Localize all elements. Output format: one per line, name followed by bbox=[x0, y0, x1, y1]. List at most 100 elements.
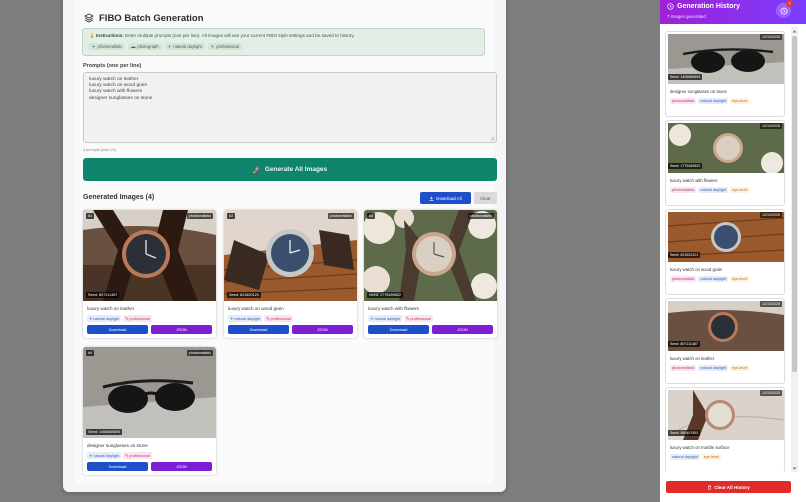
generate-all-button[interactable]: 🚀 Generate All Images bbox=[83, 158, 497, 181]
sunglasses-photo bbox=[83, 347, 216, 438]
style-badge: photorealistic bbox=[670, 187, 697, 193]
result-caption: luxury watch with flowers bbox=[368, 306, 419, 311]
angle-badge: eye-level bbox=[730, 365, 750, 371]
result-number: #1 bbox=[86, 213, 95, 219]
sun-icon: ☀ bbox=[230, 317, 234, 321]
sun-icon: ☀ bbox=[89, 317, 93, 321]
prompts-label: Prompts (one per line) bbox=[83, 63, 142, 69]
result-card: #2 photorealistic Seed: 621620121 luxury… bbox=[224, 210, 357, 338]
json-button[interactable]: JSON bbox=[292, 325, 353, 334]
brush-icon: ✎ bbox=[406, 317, 410, 321]
lighting-badge: natural daylight bbox=[698, 276, 729, 282]
instructions-text: Enter multiple prompts (one per line). A… bbox=[125, 33, 355, 38]
style-tag: ✎ professional bbox=[207, 43, 242, 50]
result-caption: designer sunglasses on stone bbox=[87, 443, 148, 448]
sparkle-icon: ✦ bbox=[92, 44, 96, 49]
resize-handle-icon[interactable] bbox=[490, 136, 495, 141]
history-scrollbar-thumb[interactable] bbox=[792, 36, 797, 372]
history-name: luxury watch on marble surface bbox=[670, 445, 730, 450]
json-button[interactable]: JSON bbox=[432, 325, 493, 334]
watch-photo bbox=[224, 210, 357, 301]
download-icon bbox=[429, 196, 434, 201]
download-button[interactable]: Download bbox=[87, 325, 148, 334]
history-seed: Seed: 580457853 bbox=[668, 430, 701, 436]
clear-button[interactable]: Clear bbox=[474, 192, 497, 204]
history-item[interactable]: 12/10/2025 Seed: 621620121 luxury watch … bbox=[665, 209, 785, 295]
lighting-badge: natural daylight bbox=[670, 454, 700, 460]
history-list: 12/10/2025 Seed: 1406689693 designer sun… bbox=[665, 27, 789, 472]
result-image[interactable]: #3 photorealistic Seed: 1775489822 bbox=[364, 210, 497, 301]
style-badge: ✎ professional bbox=[404, 315, 433, 322]
download-all-button[interactable]: Download All bbox=[420, 192, 471, 204]
angle-badge: eye-level bbox=[701, 454, 721, 460]
lightbulb-icon: 💡 bbox=[89, 33, 95, 38]
lighting-badge: natural daylight bbox=[698, 187, 729, 193]
scroll-up-icon[interactable] bbox=[792, 29, 797, 34]
history-icon bbox=[667, 3, 674, 10]
sun-icon: ☀ bbox=[370, 317, 374, 321]
camera-icon: ▬ bbox=[131, 44, 136, 49]
result-number: #4 bbox=[86, 350, 95, 356]
result-image[interactable]: #2 photorealistic Seed: 621620121 bbox=[224, 210, 357, 301]
history-item[interactable]: 12/10/2025 Seed: 1406689693 designer sun… bbox=[665, 31, 785, 117]
page-title-text: FIBO Batch Generation bbox=[99, 12, 204, 24]
history-item[interactable]: 12/10/2025 Seed: 1775489822 luxury watch… bbox=[665, 120, 785, 206]
json-button[interactable]: JSON bbox=[151, 462, 212, 471]
lighting-badge: ☀ natural daylight bbox=[368, 315, 403, 322]
angle-badge: eye-level bbox=[730, 98, 750, 104]
brush-icon: ✎ bbox=[125, 317, 129, 321]
history-seed: Seed: 621620121 bbox=[668, 252, 701, 258]
watch-photo bbox=[83, 210, 216, 301]
download-button[interactable]: Download bbox=[228, 325, 289, 334]
scroll-down-icon[interactable] bbox=[792, 466, 797, 471]
style-tag: ✦ photorealistic bbox=[89, 43, 126, 50]
result-caption: luxury watch on leather bbox=[87, 306, 135, 311]
style-tags: ✦ photorealistic ▬ photograph ☀ natural day… bbox=[89, 43, 478, 50]
history-badge: 7 bbox=[786, 0, 793, 7]
lighting-badge: natural daylight bbox=[698, 98, 729, 104]
result-card: #4 photorealistic Seed: 1406689693 desig… bbox=[83, 347, 216, 475]
history-name: luxury watch with flowers bbox=[670, 178, 718, 183]
prompt-count: 4 prompts (max 20) bbox=[83, 148, 116, 152]
history-name: luxury watch on leather bbox=[670, 356, 715, 361]
history-seed: Seed: 807111487 bbox=[668, 341, 700, 347]
result-card: #1 photorealistic Seed: 807111487 luxury… bbox=[83, 210, 216, 338]
result-caption: luxury watch on wood grain bbox=[228, 306, 284, 311]
history-date: 12/10/2025 bbox=[760, 390, 782, 396]
lighting-badge: ☀ natural daylight bbox=[228, 315, 263, 322]
history-item[interactable]: 12/10/2025 Seed: 580457853 luxury watch … bbox=[665, 387, 785, 472]
clear-history-button[interactable]: Clear All History bbox=[666, 481, 791, 493]
result-style: photorealistic bbox=[186, 213, 213, 219]
result-seed: Seed: 621620121 bbox=[227, 292, 261, 298]
result-image[interactable]: #1 photorealistic Seed: 807111487 bbox=[83, 210, 216, 301]
json-button[interactable]: JSON bbox=[151, 325, 212, 334]
rocket-icon: 🚀 bbox=[252, 166, 261, 174]
history-sidebar: Generation History 7 images generated 7 … bbox=[660, 0, 806, 502]
download-button[interactable]: Download bbox=[368, 325, 429, 334]
result-style: photorealistic bbox=[327, 213, 354, 219]
page-title: FIBO Batch Generation bbox=[84, 11, 204, 25]
results-title: Generated Images (4) bbox=[83, 194, 155, 201]
instructions-box: 💡 Instructions: Enter multiple prompts (… bbox=[82, 28, 485, 56]
prompt-line: designer sunglasses on stone bbox=[89, 95, 153, 101]
result-seed: Seed: 807111487 bbox=[86, 292, 120, 298]
history-item[interactable]: 12/10/2025 Seed: 807111487 luxury watch … bbox=[665, 298, 785, 384]
angle-badge: eye-level bbox=[730, 276, 750, 282]
result-number: #3 bbox=[367, 213, 376, 219]
generate-all-label: Generate All Images bbox=[264, 166, 328, 173]
layers-icon bbox=[84, 13, 94, 23]
prompts-textarea[interactable]: luxury watch on leather luxury watch on … bbox=[83, 72, 497, 143]
instructions-label: Instructions: bbox=[96, 33, 124, 38]
sun-icon: ☀ bbox=[89, 454, 93, 458]
result-image[interactable]: #4 photorealistic Seed: 1406689693 bbox=[83, 347, 216, 438]
download-button[interactable]: Download bbox=[87, 462, 148, 471]
history-header: Generation History 7 images generated 7 bbox=[660, 0, 806, 24]
brush-icon: ✎ bbox=[125, 454, 129, 458]
style-badge: photorealistic bbox=[670, 98, 697, 104]
style-badge: ✎ professional bbox=[123, 452, 152, 459]
lighting-badge: ☀ natural daylight bbox=[87, 452, 122, 459]
result-card: #3 photorealistic Seed: 1775489822 luxur… bbox=[364, 210, 497, 338]
main-panel: FIBO Batch Generation 💡 Instructions: En… bbox=[63, 0, 506, 492]
lighting-badge: natural daylight bbox=[698, 365, 729, 371]
brush-icon: ✎ bbox=[266, 317, 270, 321]
